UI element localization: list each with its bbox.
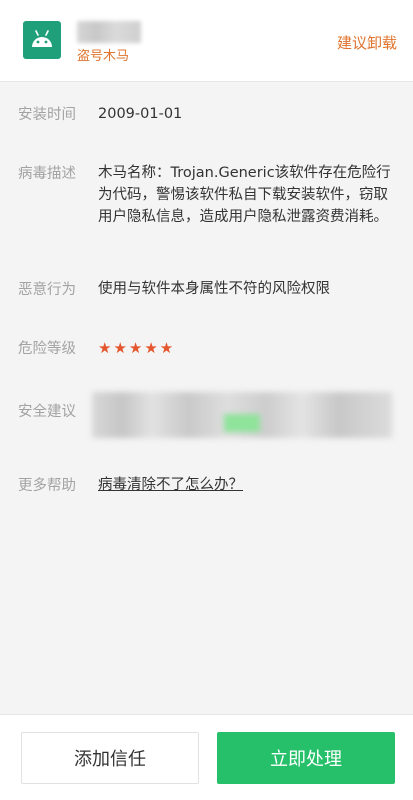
install-time-value: 2009-01-01 [98,106,183,122]
app-name-redacted [77,21,141,43]
more-help-value: 病毒清除不了怎么办？ [98,474,393,496]
malicious-behavior-label: 恶意行为 [18,282,76,298]
threat-type-tag: 盗号木马 [77,49,130,64]
malicious-behavior-value: 使用与软件本身属性不符的风险权限 [98,281,330,297]
virus-desc-value: 木马名称：Trojan.Generic该软件存在危险行为代码，警惕该软件私自下载… [98,165,391,225]
more-help-label: 更多帮助 [18,478,76,494]
security-advice-redacted [92,392,392,438]
app-header: 盗号木马 建议卸载 [0,0,413,82]
handle-now-button[interactable]: 立即处理 [217,732,395,784]
android-app-icon [23,21,61,59]
risk-stars-icon: ★★★★★ [98,339,176,357]
add-trust-button[interactable]: 添加信任 [21,732,199,784]
risk-level-label: 危险等级 [18,341,76,357]
redacted-highlight [224,414,260,432]
virus-desc-label: 病毒描述 [18,166,76,182]
android-robot-icon [32,30,52,47]
install-time-label: 安装时间 [18,107,76,123]
action-footer: 添加信任 立即处理 [0,714,413,800]
security-advice-label: 安全建议 [18,404,76,420]
uninstall-button[interactable]: 建议卸载 [337,32,397,53]
help-link[interactable]: 病毒清除不了怎么办？ [98,477,243,493]
risk-level-value: ★★★★★ [98,337,393,360]
detail-content: 安装时间 2009-01-01 病毒描述 木马名称：Trojan.Generic… [0,83,413,713]
